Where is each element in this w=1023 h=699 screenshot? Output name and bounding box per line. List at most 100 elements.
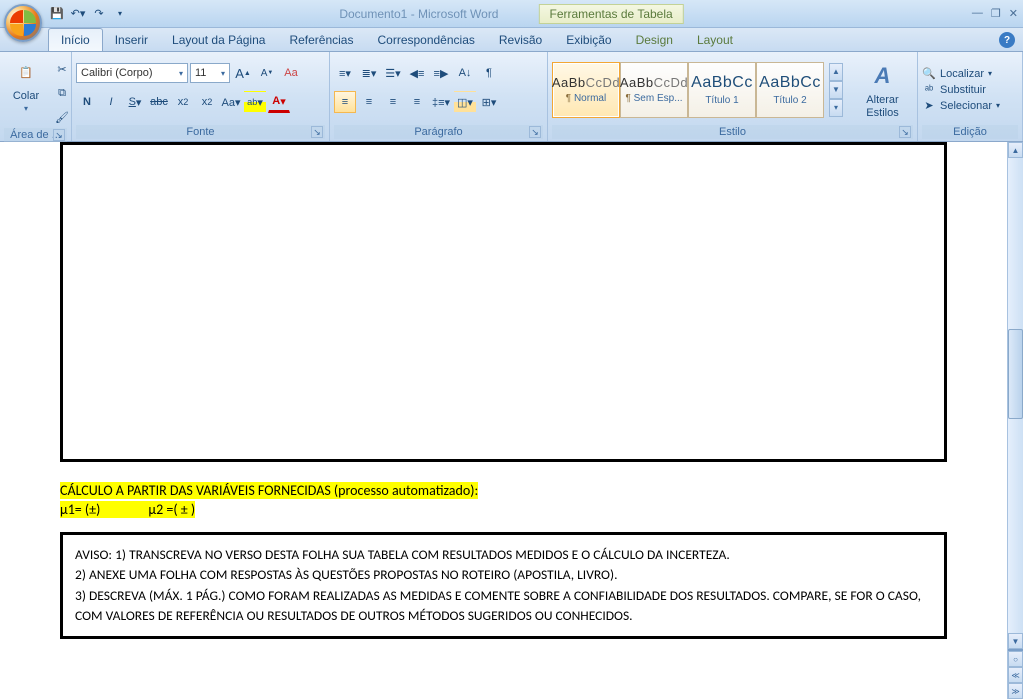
highlight-button[interactable]: ab▾ — [244, 91, 266, 113]
aviso-box[interactable]: AVISO: 1) TRANSCREVA NO VERSO DESTA FOLH… — [60, 532, 947, 639]
empty-table-box[interactable] — [60, 142, 947, 462]
replace-button[interactable]: ᵃᵇSubstituir — [922, 83, 1000, 97]
change-styles-button[interactable]: A Alterar Estilos — [852, 58, 913, 120]
italic-button[interactable]: I — [100, 91, 122, 113]
replace-icon: ᵃᵇ — [922, 83, 936, 97]
group-font-label: Fonte↘ — [76, 125, 325, 139]
style-titulo-2[interactable]: AaBbCc Título 2 — [756, 62, 824, 118]
save-icon[interactable]: 💾 — [48, 5, 66, 23]
scroll-down-button[interactable]: ▼ — [1008, 633, 1023, 649]
select-button[interactable]: ➤Selecionar ▾ — [922, 99, 1000, 113]
vertical-scrollbar[interactable]: ▲ ▼ ○ ≪ ≫ — [1007, 142, 1023, 699]
group-styles: AaBbCcDd ¶ Normal AaBbCcDd ¶ Sem Esp... … — [548, 52, 918, 141]
ribbon: 📋 Colar ▾ ✂ ⧉ 🖌 Área de ...↘ Calibri (Co… — [0, 52, 1023, 142]
gallery-more[interactable]: ▾ — [829, 99, 843, 117]
browse-object-button[interactable]: ○ — [1008, 651, 1023, 667]
font-color-button[interactable]: A▾ — [268, 91, 290, 113]
table-tools-label: Ferramentas de Tabela — [538, 4, 683, 24]
paste-label: Colar — [13, 90, 39, 102]
window-controls: — ❐ ✕ — [972, 7, 1018, 20]
font-family-combo[interactable]: Calibri (Corpo)▾ — [76, 63, 188, 83]
group-editing-label: Edição — [922, 125, 1018, 139]
format-painter-icon[interactable]: 🖌 — [51, 106, 73, 128]
align-left-button[interactable]: ≡ — [334, 91, 356, 113]
shrink-font-icon[interactable]: A▼ — [256, 62, 278, 84]
borders-button[interactable]: ⊞▾ — [478, 91, 500, 113]
undo-icon[interactable]: ↶▾ — [69, 5, 87, 23]
styles-gallery: AaBbCcDd ¶ Normal AaBbCcDd ¶ Sem Esp... … — [552, 62, 824, 118]
style-sem-espacamento[interactable]: AaBbCcDd ¶ Sem Esp... — [620, 62, 688, 118]
workspace: CÁLCULO A PARTIR DAS VARIÁVEIS FORNECIDA… — [0, 142, 1023, 699]
strikethrough-button[interactable]: abc — [148, 91, 170, 113]
justify-button[interactable]: ≡ — [406, 91, 428, 113]
qat-menu-icon[interactable]: ▾ — [111, 5, 129, 23]
scroll-up-button[interactable]: ▲ — [1008, 142, 1023, 158]
increase-indent-button[interactable]: ≡▶ — [430, 62, 452, 84]
group-clipboard-label: Área de ...↘ — [4, 128, 67, 142]
style-titulo-1[interactable]: AaBbCc Título 1 — [688, 62, 756, 118]
bold-button[interactable]: N — [76, 91, 98, 113]
titlebar: 💾 ↶▾ ↷ ▾ Documento1 - Microsoft Word Fer… — [0, 0, 1023, 28]
document-area[interactable]: CÁLCULO A PARTIR DAS VARIÁVEIS FORNECIDA… — [0, 142, 1007, 699]
copy-icon[interactable]: ⧉ — [51, 82, 73, 104]
aviso-line-3: 3) DESCREVA (MÁX. 1 PÁG.) COMO FORAM REA… — [75, 586, 932, 627]
group-paragraph: ≡▾ ≣▾ ☰▾ ◀≡ ≡▶ A↓ ¶ ≡ ≡ ≡ ≡ ‡≡▾ ◫▾ ⊞▾ Pa… — [330, 52, 548, 141]
group-paragraph-label: Parágrafo↘ — [334, 125, 543, 139]
minimize-button[interactable]: — — [972, 7, 983, 20]
calc-title-line[interactable]: CÁLCULO A PARTIR DAS VARIÁVEIS FORNECIDA… — [60, 482, 947, 499]
font-size-combo[interactable]: 11▾ — [190, 63, 230, 83]
shading-button[interactable]: ◫▾ — [454, 91, 476, 113]
tab-correspondencias[interactable]: Correspondências — [365, 29, 486, 51]
prev-page-button[interactable]: ≪ — [1008, 667, 1023, 683]
office-button[interactable] — [4, 4, 42, 42]
numbering-button[interactable]: ≣▾ — [358, 62, 380, 84]
tab-layout-pagina[interactable]: Layout da Página — [160, 29, 277, 51]
tab-revisao[interactable]: Revisão — [487, 29, 554, 51]
show-marks-button[interactable]: ¶ — [478, 62, 500, 84]
align-right-button[interactable]: ≡ — [382, 91, 404, 113]
paste-icon: 📋 — [10, 56, 42, 88]
mu-values-line[interactable]: μ1= (±)μ2 =( ± ) — [60, 501, 947, 518]
tab-layout[interactable]: Layout — [685, 29, 745, 51]
decrease-indent-button[interactable]: ◀≡ — [406, 62, 428, 84]
binoculars-icon: 🔍 — [922, 67, 936, 81]
gallery-up[interactable]: ▲ — [829, 63, 843, 81]
styles-launcher[interactable]: ↘ — [899, 126, 911, 138]
clear-format-icon[interactable]: Aa — [280, 62, 302, 84]
multilevel-button[interactable]: ☰▾ — [382, 62, 404, 84]
tab-inicio[interactable]: Início — [48, 28, 103, 51]
aviso-line-2: 2) ANEXE UMA FOLHA COM RESPOSTAS ÀS QUES… — [75, 565, 932, 585]
tab-design[interactable]: Design — [624, 29, 685, 51]
document-title: Documento1 - Microsoft Word — [339, 7, 498, 21]
next-page-button[interactable]: ≫ — [1008, 683, 1023, 699]
help-icon[interactable]: ? — [999, 32, 1015, 48]
align-center-button[interactable]: ≡ — [358, 91, 380, 113]
paste-button[interactable]: 📋 Colar ▾ — [4, 54, 48, 115]
gallery-down[interactable]: ▼ — [829, 81, 843, 99]
underline-button[interactable]: S▾ — [124, 91, 146, 113]
style-normal[interactable]: AaBbCcDd ¶ Normal — [552, 62, 620, 118]
line-spacing-button[interactable]: ‡≡▾ — [430, 91, 452, 113]
close-button[interactable]: ✕ — [1009, 7, 1018, 20]
scroll-thumb[interactable] — [1008, 329, 1023, 419]
restore-button[interactable]: ❐ — [991, 7, 1001, 20]
redo-icon[interactable]: ↷ — [90, 5, 108, 23]
cursor-icon: ➤ — [922, 99, 936, 113]
superscript-button[interactable]: x2 — [196, 91, 218, 113]
bullets-button[interactable]: ≡▾ — [334, 62, 356, 84]
change-case-button[interactable]: Aa▾ — [220, 91, 242, 113]
font-launcher[interactable]: ↘ — [311, 126, 323, 138]
sort-button[interactable]: A↓ — [454, 62, 476, 84]
find-button[interactable]: 🔍Localizar ▾ — [922, 67, 1000, 81]
scroll-track[interactable] — [1008, 158, 1023, 633]
grow-font-icon[interactable]: A▲ — [232, 62, 254, 84]
subscript-button[interactable]: x2 — [172, 91, 194, 113]
group-styles-label: Estilo↘ — [552, 125, 913, 139]
ribbon-tabs: Início Inserir Layout da Página Referênc… — [0, 28, 1023, 52]
tab-referencias[interactable]: Referências — [277, 29, 365, 51]
tab-inserir[interactable]: Inserir — [103, 29, 160, 51]
cut-icon[interactable]: ✂ — [51, 58, 73, 80]
clipboard-launcher[interactable]: ↘ — [53, 129, 65, 141]
paragraph-launcher[interactable]: ↘ — [529, 126, 541, 138]
tab-exibicao[interactable]: Exibição — [554, 29, 623, 51]
